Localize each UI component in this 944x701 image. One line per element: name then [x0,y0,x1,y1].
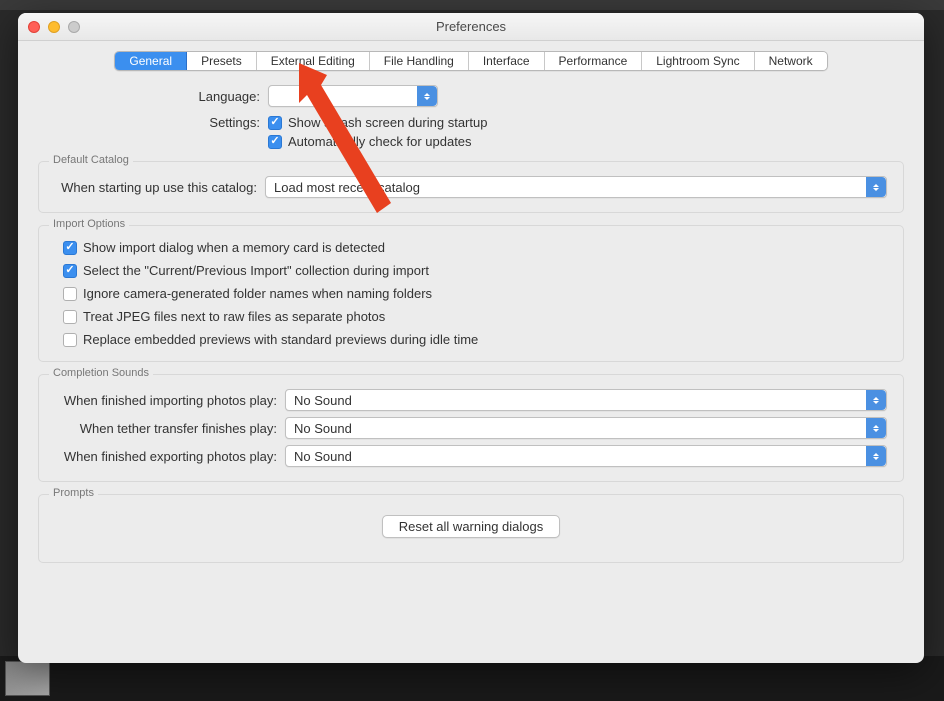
catalog-value: Load most recent catalog [274,180,420,195]
tab-network[interactable]: Network [755,52,827,70]
tether-sound-value: No Sound [294,421,352,436]
import-opt3-label: Ignore camera-generated folder names whe… [83,286,432,301]
auto-updates-checkbox[interactable] [268,135,282,149]
export-sound-value: No Sound [294,449,352,464]
close-icon[interactable] [28,21,40,33]
import-sound-select[interactable]: No Sound [285,389,887,411]
import-opt3-checkbox[interactable] [63,287,77,301]
import-opt1-checkbox[interactable] [63,241,77,255]
tabs-bar: General Presets External Editing File Ha… [18,41,924,77]
chevron-updown-icon [866,390,886,410]
catalog-row: When starting up use this catalog: Load … [55,176,887,198]
language-row: Language: [38,85,904,107]
tether-sound-select[interactable]: No Sound [285,417,887,439]
settings-row: Settings: Show splash screen during star… [38,115,904,130]
reset-warnings-button[interactable]: Reset all warning dialogs [382,515,561,538]
show-splash-label: Show splash screen during startup [288,115,487,130]
import-opt5-checkbox[interactable] [63,333,77,347]
import-opt4: Treat JPEG files next to raw files as se… [55,309,887,324]
titlebar: Preferences [18,13,924,41]
import-opt2: Select the "Current/Previous Import" col… [55,263,887,278]
maximize-icon[interactable] [68,21,80,33]
default-catalog-section: Default Catalog When starting up use thi… [38,161,904,213]
tab-interface[interactable]: Interface [469,52,545,70]
show-splash-option: Show splash screen during startup [268,115,487,130]
language-select[interactable] [268,85,438,107]
bg-strip-top [0,0,944,10]
prompts-section: Prompts Reset all warning dialogs [38,494,904,563]
import-opt5-label: Replace embedded previews with standard … [83,332,478,347]
minimize-icon[interactable] [48,21,60,33]
import-opt3: Ignore camera-generated folder names whe… [55,286,887,301]
chevron-updown-icon [866,446,886,466]
completion-sounds-section: Completion Sounds When finished importin… [38,374,904,482]
import-opt1-label: Show import dialog when a memory card is… [83,240,385,255]
tab-group: General Presets External Editing File Ha… [114,51,827,71]
import-opt4-checkbox[interactable] [63,310,77,324]
tab-presets[interactable]: Presets [187,52,257,70]
import-opt4-label: Treat JPEG files next to raw files as se… [83,309,385,324]
import-opt2-label: Select the "Current/Previous Import" col… [83,263,429,278]
export-sound-label: When finished exporting photos play: [55,449,285,464]
tab-lightroom-sync[interactable]: Lightroom Sync [642,52,754,70]
auto-updates-option: Automatically check for updates [268,134,472,149]
show-splash-checkbox[interactable] [268,116,282,130]
language-label: Language: [38,89,268,104]
auto-updates-row: Automatically check for updates [38,134,904,149]
completion-sounds-legend: Completion Sounds [49,367,153,379]
export-sound-row: When finished exporting photos play: No … [55,445,887,467]
tether-sound-row: When tether transfer finishes play: No S… [55,417,887,439]
catalog-label: When starting up use this catalog: [55,180,265,195]
chevron-updown-icon [866,418,886,438]
tab-general[interactable]: General [115,52,187,70]
preferences-window: Preferences General Presets External Edi… [18,13,924,663]
default-catalog-legend: Default Catalog [49,154,133,166]
chevron-updown-icon [417,86,437,106]
settings-label: Settings: [38,115,268,130]
traffic-lights [18,21,80,33]
chevron-updown-icon [866,177,886,197]
prompts-button-row: Reset all warning dialogs [55,509,887,548]
tab-performance[interactable]: Performance [545,52,643,70]
import-opt2-checkbox[interactable] [63,264,77,278]
catalog-select[interactable]: Load most recent catalog [265,176,887,198]
prompts-legend: Prompts [49,487,98,499]
import-opt1: Show import dialog when a memory card is… [55,240,887,255]
auto-updates-label: Automatically check for updates [288,134,472,149]
tab-external-editing[interactable]: External Editing [257,52,370,70]
import-options-section: Import Options Show import dialog when a… [38,225,904,362]
import-opt5: Replace embedded previews with standard … [55,332,887,347]
import-options-legend: Import Options [49,218,129,230]
filmstrip-thumbnail[interactable] [5,661,50,696]
import-sound-label: When finished importing photos play: [55,393,285,408]
tether-sound-label: When tether transfer finishes play: [55,421,285,436]
import-sound-row: When finished importing photos play: No … [55,389,887,411]
import-sound-value: No Sound [294,393,352,408]
export-sound-select[interactable]: No Sound [285,445,887,467]
tab-file-handling[interactable]: File Handling [370,52,469,70]
window-title: Preferences [18,19,924,34]
content-area: Language: Settings: Show splash screen d… [18,77,924,571]
